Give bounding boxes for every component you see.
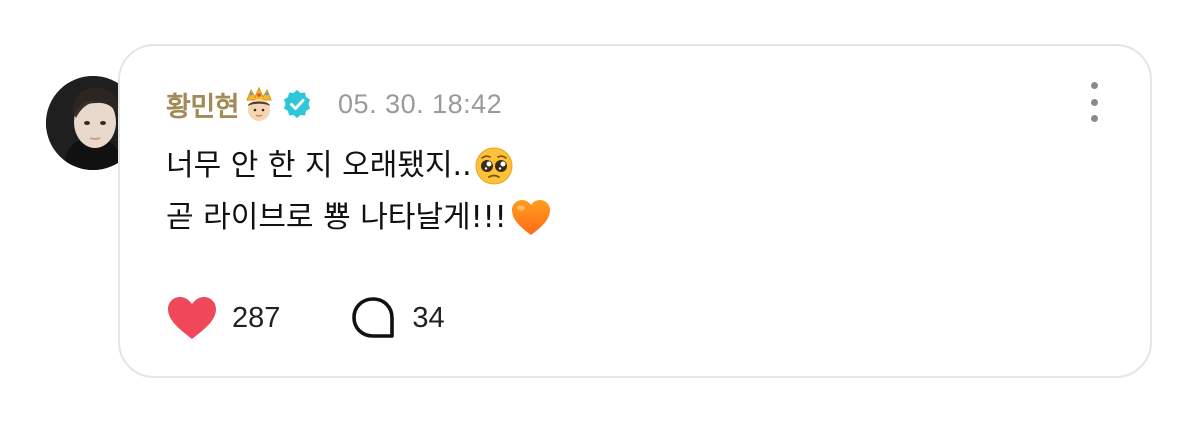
like-button[interactable]: 287 <box>166 295 280 341</box>
heart-icon <box>168 297 216 339</box>
comment-count: 34 <box>412 301 445 334</box>
orange-heart-emoji-icon <box>511 200 550 235</box>
post-header: 황민현 05. 30. 18:42 <box>166 82 502 126</box>
post-body: 너무 안 한 지 오래됐지.. 곧 라이브로 뿅 나타날게!!! <box>166 140 553 244</box>
author-name[interactable]: 황민현 <box>166 85 240 124</box>
post-timestamp: 05. 30. 18:42 <box>338 88 503 119</box>
verified-check-icon <box>284 90 311 118</box>
more-options-button[interactable] <box>1082 82 1106 122</box>
more-vertical-icon <box>1090 82 1098 89</box>
comment-button[interactable]: 34 <box>348 295 445 341</box>
post-line-text: 곧 라이브로 뿅 나타날게!!! <box>166 200 507 235</box>
post-line: 너무 안 한 지 오래됐지.. <box>166 140 553 192</box>
like-count: 287 <box>232 301 281 334</box>
crown-face-emoji-icon <box>246 86 272 121</box>
more-vertical-icon-dot <box>1090 115 1098 122</box>
post-actions: 287 34 <box>166 292 445 344</box>
speech-bubble-icon <box>352 297 395 338</box>
post-line: 곧 라이브로 뿅 나타날게!!! <box>166 192 553 244</box>
post-line-text: 너무 안 한 지 오래됐지.. <box>166 148 472 183</box>
post-card: 황민현 05. 30. 18:42 너무 안 한 지 오래됐지.. 곧 라이브로… <box>118 44 1152 378</box>
pleading-face-emoji-icon <box>475 147 513 185</box>
more-vertical-icon-dot <box>1090 98 1098 106</box>
post-container: 황민현 05. 30. 18:42 너무 안 한 지 오래됐지.. 곧 라이브로… <box>0 0 1200 422</box>
